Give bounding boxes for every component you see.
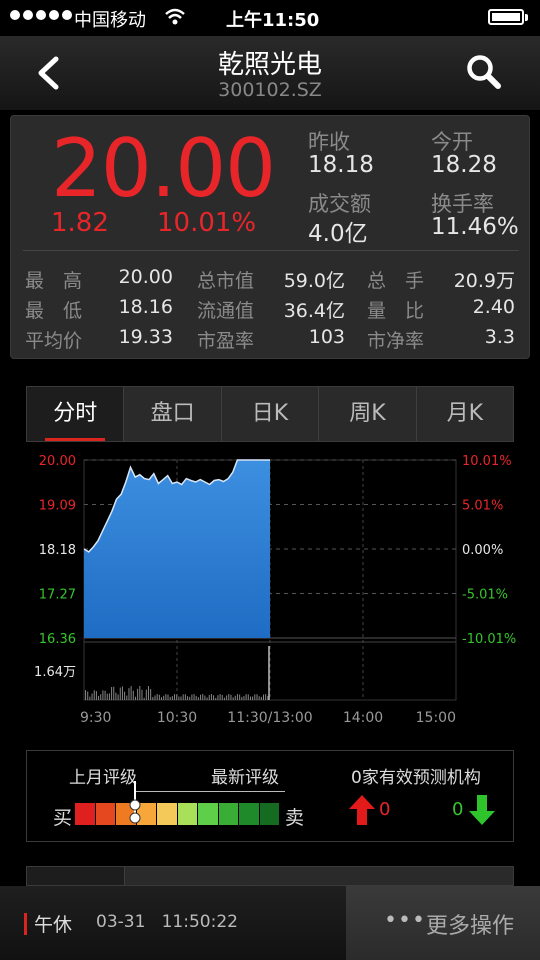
volume-ratio-label: 量 比 xyxy=(367,300,425,322)
price-area xyxy=(84,460,270,638)
arrow-down-icon xyxy=(469,795,495,825)
arrow-up-icon xyxy=(349,795,375,825)
rating-scale xyxy=(75,803,279,825)
upgrade-count: 0 xyxy=(379,799,391,820)
more-actions-button[interactable]: ••• 更多操作 xyxy=(346,886,540,960)
market-cap-value: 59.0亿 xyxy=(283,270,345,292)
current-price: 20.00 xyxy=(51,122,276,215)
x-axis-tick: 15:00 xyxy=(416,710,456,726)
turnover-value: 4.0亿 xyxy=(308,221,368,247)
y-axis-left-tick: 16.36 xyxy=(39,632,76,647)
rating-scale-segment xyxy=(239,803,259,825)
float-cap-label: 流通值 xyxy=(197,300,255,322)
intraday-chart[interactable]: 20.00 19.09 18.18 17.27 16.36 10.01% 5.01% 0.00… xyxy=(0,448,540,728)
rating-scale-segment xyxy=(75,803,95,825)
sell-label: 卖 xyxy=(285,807,305,829)
price-change: 1.82 xyxy=(51,208,109,238)
buy-label: 买 xyxy=(53,807,73,829)
x-axis-tick: 11:30/13:00 xyxy=(227,710,312,726)
rating-scale-segment xyxy=(259,803,279,825)
session-status: 午休 xyxy=(34,914,73,936)
low-value: 18.16 xyxy=(118,296,173,318)
rating-scale-segment xyxy=(177,803,197,825)
session-indicator xyxy=(24,913,27,935)
more-dots-icon: ••• xyxy=(384,908,426,933)
status-bar: 中国移动 上午11:50 xyxy=(0,0,540,36)
avg-price-label: 平均价 xyxy=(25,330,83,352)
avg-price-value: 19.33 xyxy=(118,326,173,348)
tab-order-book[interactable]: 盘口 xyxy=(124,387,222,441)
more-actions-label: 更多操作 xyxy=(426,914,515,939)
signal-strength-icon xyxy=(10,10,72,20)
y-axis-left-tick: 19.09 xyxy=(39,499,76,514)
pb-ratio-value: 3.3 xyxy=(484,326,515,348)
session-datetime: 03-31 11:50:22 xyxy=(96,912,238,932)
tab-weekly-k[interactable]: 周K xyxy=(319,387,417,441)
carrier-label: 中国移动 xyxy=(74,10,146,31)
x-axis-tick: 9:30 xyxy=(80,710,111,726)
prev-close-value: 18.18 xyxy=(308,152,374,178)
tab-intraday[interactable]: 分时 xyxy=(27,387,125,441)
nav-bar: 乾照光电 300102.SZ xyxy=(0,36,540,110)
stock-code: 300102.SZ xyxy=(218,79,322,101)
latest-rating-label: 最新评级 xyxy=(211,768,279,788)
market-cap-label: 总市值 xyxy=(197,270,255,292)
quote-panel: 20.00 1.82 10.01% 昨收 18.18 今开 18.28 成交额 … xyxy=(10,115,530,359)
rating-line xyxy=(135,791,285,792)
battery-icon xyxy=(488,9,528,25)
y-axis-left-tick: 18.18 xyxy=(39,543,76,558)
rating-scale-segment xyxy=(95,803,115,825)
float-cap-value: 36.4亿 xyxy=(283,300,345,322)
pe-ratio-label: 市盈率 xyxy=(197,330,255,352)
volume-max-label: 1.64万 xyxy=(34,665,76,680)
open-value: 18.28 xyxy=(431,152,497,178)
total-volume-value: 20.9万 xyxy=(453,270,515,292)
low-label: 最 低 xyxy=(25,300,83,322)
volume-ratio-value: 2.40 xyxy=(472,296,515,318)
wifi-icon xyxy=(165,8,185,25)
panel-divider xyxy=(23,250,519,251)
search-icon[interactable] xyxy=(466,54,502,90)
clock-time: 上午11:50 xyxy=(226,10,320,31)
tab-daily-k[interactable]: 日K xyxy=(222,387,320,441)
y-axis-right-tick: 5.01% xyxy=(462,499,503,514)
turnover-rate-value: 11.46% xyxy=(431,214,519,240)
institutions-count-label: 0家有效预测机构 xyxy=(351,768,481,788)
rating-scale-segment xyxy=(198,803,218,825)
stock-name: 乾照光电 xyxy=(217,50,322,80)
y-axis-right-tick: 10.01% xyxy=(462,454,512,469)
rating-scale-segment xyxy=(218,803,238,825)
total-volume-label: 总 手 xyxy=(367,270,425,292)
high-value: 20.00 xyxy=(118,266,173,288)
x-axis-tick: 10:30 xyxy=(157,710,197,726)
rating-marker-icon xyxy=(129,781,141,824)
pe-ratio-value: 103 xyxy=(308,326,345,348)
high-label: 最 高 xyxy=(25,270,83,292)
rating-panel[interactable]: 上月评级 最新评级 买 卖 0家有效预测机构 0 0 xyxy=(26,750,514,842)
downgrade-count: 0 xyxy=(452,799,464,820)
chart-tabs: 分时 盘口 日K 周K 月K xyxy=(26,386,514,442)
y-axis-right-tick: 0.00% xyxy=(462,543,503,558)
price-change-pct: 10.01% xyxy=(157,208,257,238)
tab-monthly-k[interactable]: 月K xyxy=(417,387,513,441)
secondary-tab-strip xyxy=(26,866,514,886)
y-axis-left-tick: 17.27 xyxy=(39,588,76,603)
rating-scale-segment xyxy=(157,803,177,825)
y-axis-right-tick: -5.01% xyxy=(462,588,508,603)
x-axis-tick: 14:00 xyxy=(343,710,383,726)
y-axis-right-tick: -10.01% xyxy=(462,632,516,647)
y-axis-left-tick: 20.00 xyxy=(39,454,76,469)
pb-ratio-label: 市净率 xyxy=(367,330,425,352)
